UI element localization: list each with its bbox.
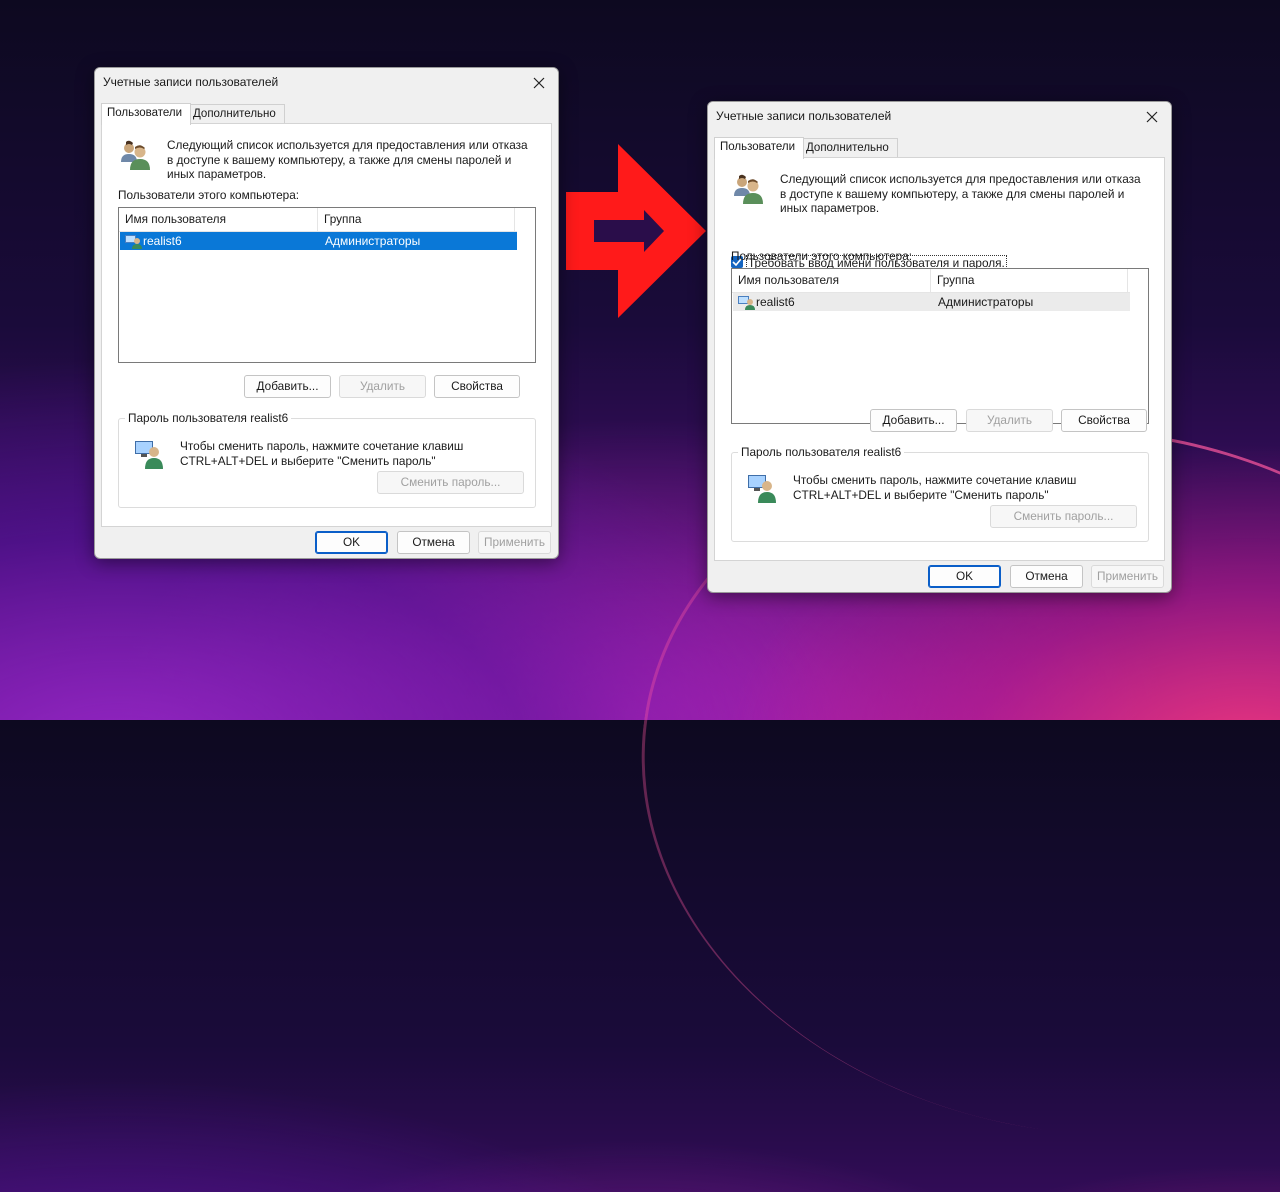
- users-listview[interactable]: Имя пользователя Группа realist6 Админис…: [731, 268, 1149, 424]
- close-button[interactable]: [1139, 105, 1165, 129]
- intro-line: в доступе к вашему компьютеру, а также д…: [780, 186, 1125, 201]
- close-icon: [1146, 111, 1158, 123]
- intro-line: в доступе к вашему компьютеру, а также д…: [167, 152, 512, 167]
- password-instructions: Чтобы сменить пароль, нажмите сочетание …: [793, 473, 1076, 502]
- listview-header: Имя пользователя Группа: [732, 269, 1130, 293]
- change-password-button[interactable]: Сменить пароль...: [990, 505, 1137, 528]
- listview-header: Имя пользователя Группа: [119, 208, 517, 232]
- users-list-label: Пользователи этого компьютера:: [118, 188, 300, 202]
- cancel-button[interactable]: Отмена: [1010, 565, 1083, 588]
- add-button[interactable]: Добавить...: [244, 375, 331, 398]
- column-header-username[interactable]: Имя пользователя: [732, 269, 931, 292]
- users-list-label: Пользователи этого компьютера:: [731, 249, 913, 263]
- user-password-icon: [135, 441, 163, 469]
- table-row[interactable]: realist6 Администраторы: [733, 293, 1130, 311]
- column-header-username[interactable]: Имя пользователя: [119, 208, 318, 231]
- title-bar: Учетные записи пользователей: [708, 102, 1171, 132]
- close-icon: [533, 77, 545, 89]
- password-instructions: Чтобы сменить пароль, нажмите сочетание …: [180, 439, 463, 468]
- ok-button[interactable]: OK: [928, 565, 1001, 588]
- users-listview[interactable]: Имя пользователя Группа realist6 Админис…: [118, 207, 536, 363]
- remove-button[interactable]: Удалить: [339, 375, 426, 398]
- password-instruction-line: CTRL+ALT+DEL и выберите "Сменить пароль": [180, 453, 436, 468]
- change-password-button[interactable]: Сменить пароль...: [377, 471, 524, 494]
- users-tab-panel: Следующий список используется для предос…: [101, 123, 552, 527]
- intro-text: Следующий список используется для предос…: [780, 172, 1160, 216]
- user-account-icon: [125, 235, 142, 249]
- properties-button[interactable]: Свойства: [434, 375, 520, 398]
- password-instruction-line: Чтобы сменить пароль, нажмите сочетание …: [793, 473, 1077, 487]
- tab-advanced[interactable]: Дополнительно: [187, 104, 285, 124]
- intro-text: Следующий список используется для предос…: [167, 138, 547, 182]
- red-arrow-right-icon: [566, 144, 706, 318]
- close-button[interactable]: [526, 71, 552, 95]
- apply-button[interactable]: Применить: [1091, 565, 1164, 588]
- intro-line: иных параметров.: [167, 167, 267, 181]
- password-instruction-line: CTRL+ALT+DEL и выберите "Сменить пароль": [793, 487, 1049, 502]
- user-password-icon: [748, 475, 776, 503]
- ok-button[interactable]: OK: [315, 531, 388, 554]
- dialog-title: Учетные записи пользователей: [103, 75, 279, 89]
- user-accounts-dialog-before: Учетные записи пользователей Пользовател…: [94, 67, 559, 559]
- table-row[interactable]: realist6 Администраторы: [120, 232, 517, 250]
- password-group-title: Пароль пользователя realist6: [125, 411, 292, 425]
- cancel-button[interactable]: Отмена: [397, 531, 470, 554]
- column-header-group[interactable]: Группа: [931, 269, 1128, 292]
- user-account-icon: [738, 296, 755, 310]
- add-button[interactable]: Добавить...: [870, 409, 957, 432]
- properties-button[interactable]: Свойства: [1061, 409, 1147, 432]
- remove-button[interactable]: Удалить: [966, 409, 1053, 432]
- apply-button[interactable]: Применить: [478, 531, 551, 554]
- dialog-title: Учетные записи пользователей: [716, 109, 892, 123]
- intro-line: иных параметров.: [780, 201, 880, 215]
- tab-advanced[interactable]: Дополнительно: [800, 138, 898, 158]
- password-groupbox: Пароль пользователя realist6 Чтобы смени…: [118, 411, 536, 508]
- row-username: realist6: [756, 295, 795, 309]
- password-group-title: Пароль пользователя realist6: [738, 445, 905, 459]
- intro-line: Следующий список используется для предос…: [167, 138, 528, 152]
- users-tab-panel: Следующий список используется для предос…: [714, 157, 1165, 561]
- users-group-icon: [734, 174, 763, 204]
- row-group: Администраторы: [938, 295, 1034, 309]
- tab-users[interactable]: Пользователи: [101, 103, 191, 125]
- password-groupbox: Пароль пользователя realist6 Чтобы смени…: [731, 445, 1149, 542]
- intro-line: Следующий список используется для предос…: [780, 172, 1141, 186]
- title-bar: Учетные записи пользователей: [95, 68, 558, 98]
- tab-users[interactable]: Пользователи: [714, 137, 804, 159]
- users-group-icon: [121, 140, 150, 170]
- row-group: Администраторы: [325, 234, 421, 248]
- row-username: realist6: [143, 234, 182, 248]
- column-header-group[interactable]: Группа: [318, 208, 515, 231]
- user-accounts-dialog-after: Учетные записи пользователей Пользовател…: [707, 101, 1172, 593]
- password-instruction-line: Чтобы сменить пароль, нажмите сочетание …: [180, 439, 464, 453]
